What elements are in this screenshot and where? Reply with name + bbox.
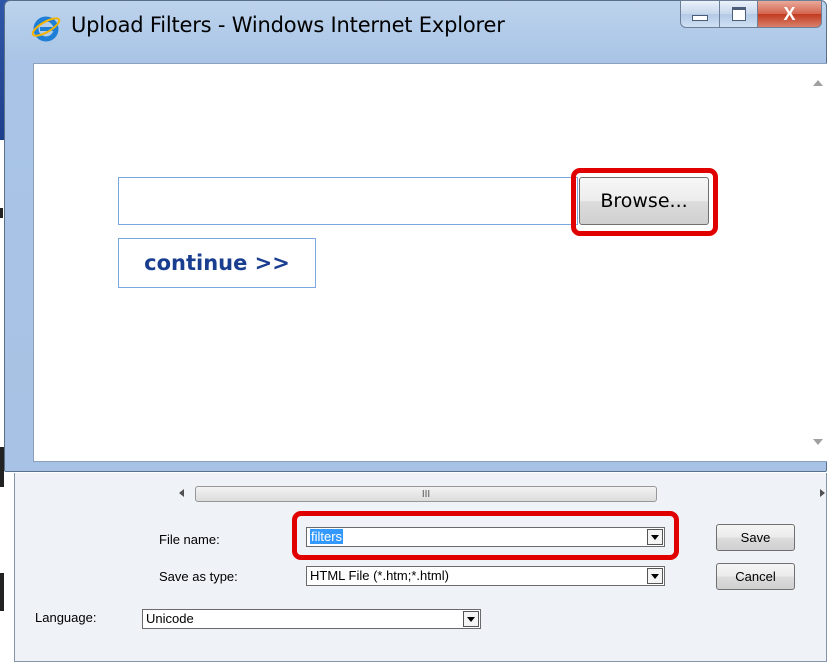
- background-mark: [0, 208, 3, 218]
- scroll-thumb-grip: III: [421, 488, 431, 500]
- scroll-right-icon[interactable]: [820, 489, 825, 497]
- window-title: Upload Filters - Windows Internet Explor…: [71, 13, 505, 37]
- save-as-type-value: HTML File (*.htm;*.html): [310, 568, 449, 583]
- page-content: Browse... continue >>: [33, 63, 827, 462]
- cancel-button[interactable]: Cancel: [716, 563, 795, 590]
- language-select[interactable]: Unicode: [142, 609, 481, 629]
- maximize-button[interactable]: [720, 0, 758, 28]
- minimize-icon: [692, 15, 708, 21]
- close-icon: X: [783, 3, 796, 24]
- file-name-label: File name:: [159, 532, 220, 547]
- file-name-highlight-box: [292, 511, 679, 560]
- close-button[interactable]: X: [758, 0, 822, 28]
- ie-window: Upload Filters - Windows Internet Explor…: [4, 0, 827, 472]
- scroll-left-icon[interactable]: [179, 489, 184, 497]
- file-path-input[interactable]: [118, 177, 578, 225]
- browse-highlight-box: [571, 168, 718, 236]
- dropdown-arrow-icon[interactable]: [647, 568, 663, 584]
- scroll-down-icon[interactable]: [813, 439, 823, 445]
- scroll-thumb[interactable]: III: [195, 486, 657, 502]
- dropdown-arrow-icon[interactable]: [463, 611, 479, 627]
- save-button[interactable]: Save: [716, 524, 795, 551]
- continue-button[interactable]: continue >>: [118, 238, 316, 288]
- vertical-scrollbar[interactable]: [808, 64, 827, 461]
- minimize-button[interactable]: [680, 0, 720, 28]
- horizontal-scrollbar[interactable]: III: [173, 482, 827, 506]
- window-controls: X: [680, 0, 822, 33]
- background-mark: [0, 573, 4, 611]
- save-as-dialog: III File name: filters Save as type: HTM…: [14, 473, 827, 662]
- maximize-icon: [731, 7, 746, 21]
- save-as-type-select[interactable]: HTML File (*.htm;*.html): [306, 566, 665, 586]
- ie-logo-icon: [31, 16, 61, 42]
- scroll-up-icon[interactable]: [813, 80, 823, 86]
- language-value: Unicode: [146, 611, 194, 626]
- save-as-type-label: Save as type:: [159, 569, 238, 584]
- language-label: Language:: [35, 610, 97, 625]
